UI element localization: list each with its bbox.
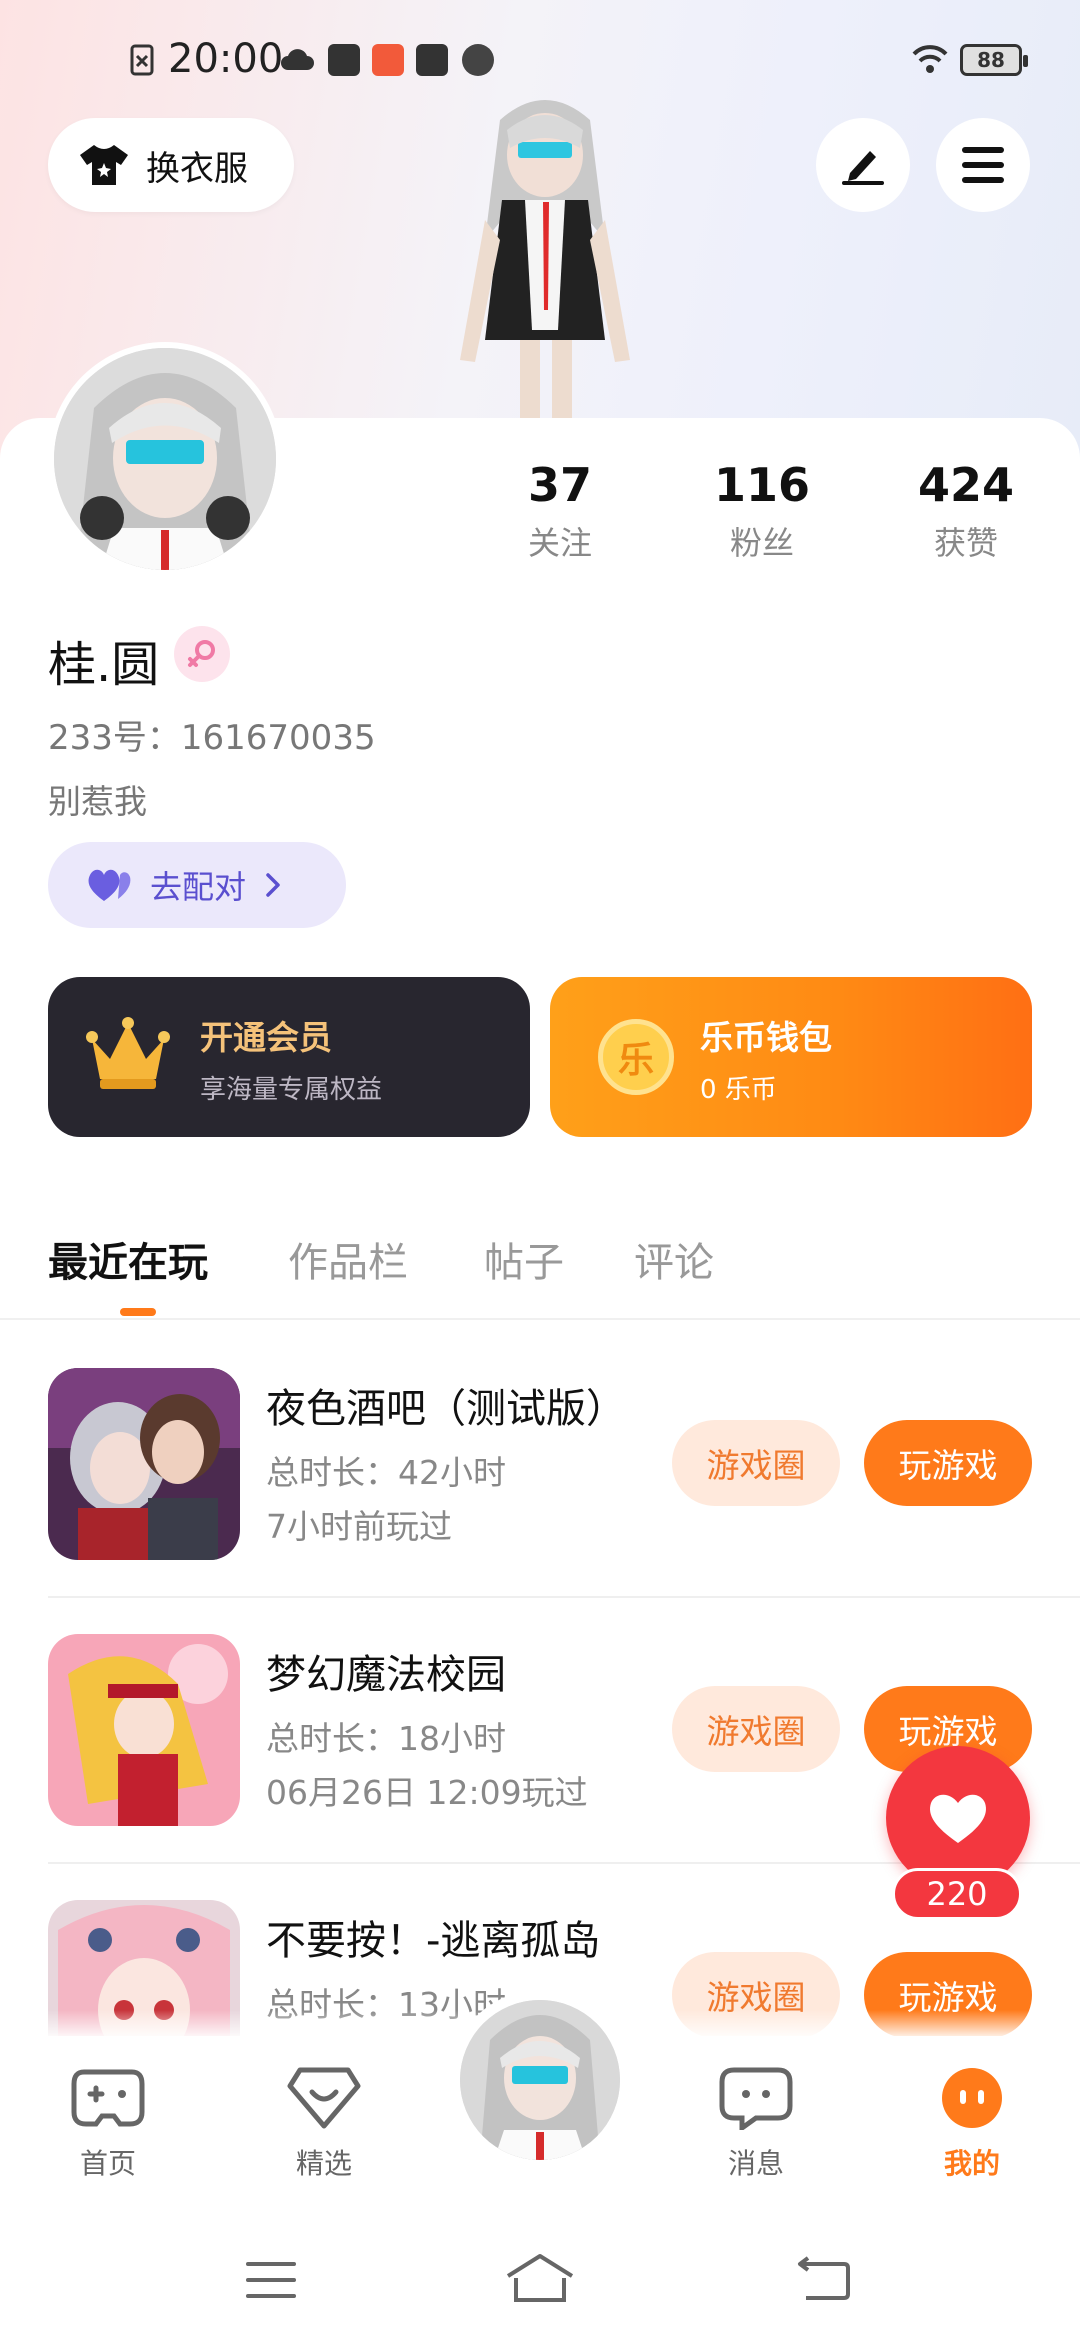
change-outfit-label: 换衣服 xyxy=(146,148,248,189)
app-notification-icon xyxy=(372,44,404,76)
sim-card-icon xyxy=(130,44,154,76)
tabs-divider xyxy=(0,1318,1080,1320)
vip-title: 开通会员 xyxy=(200,1018,332,1057)
game-last-played: 7小时前玩过 xyxy=(266,1507,452,1546)
game-title: 梦幻魔法校园 xyxy=(266,1652,506,1698)
nav-profile-label: 我的 xyxy=(943,2147,1000,2180)
app-notification-icon xyxy=(462,44,494,76)
tab-recently-played[interactable]: 最近在玩 xyxy=(48,1230,208,1288)
back-icon[interactable] xyxy=(796,2256,852,2300)
following-label: 关注 xyxy=(527,524,592,562)
match-button[interactable]: 去配对 xyxy=(48,842,346,928)
vip-subtitle: 享海量专属权益 xyxy=(200,1075,383,1105)
avatar[interactable] xyxy=(48,342,282,576)
profile-tabs: 最近在玩 作品栏 帖子 评论 xyxy=(0,1220,1080,1320)
wallet-card[interactable]: 乐 乐币钱包 0 乐币 xyxy=(550,977,1032,1137)
stat-likes[interactable]: 424 获赞 xyxy=(866,458,1066,564)
battery-indicator: 88 xyxy=(960,44,1028,76)
nav-home[interactable]: 首页 xyxy=(38,2066,178,2182)
game-row[interactable]: 夜色酒吧（测试版） 总时长：42小时 7小时前玩过 游戏圈 玩游戏 xyxy=(0,1368,1080,1634)
gamepad-icon xyxy=(71,2069,145,2127)
game-last-played: 06月26日 12:09玩过 xyxy=(266,1773,588,1812)
stat-followers[interactable]: 116 粉丝 xyxy=(662,458,862,564)
likes-label: 获赞 xyxy=(933,524,998,562)
username: 桂.圆 xyxy=(48,637,160,693)
edit-profile-button[interactable] xyxy=(816,118,910,212)
clock: 20:00 xyxy=(168,36,284,82)
nav-center-avatar[interactable] xyxy=(450,1990,630,2170)
nav-featured[interactable]: 精选 xyxy=(254,2066,394,2182)
stat-following[interactable]: 37 关注 xyxy=(460,458,660,564)
nav-profile[interactable]: 我的 xyxy=(902,2066,1042,2182)
game-total-playtime: 总时长：18小时 xyxy=(266,1719,506,1758)
heart-icon xyxy=(930,1794,986,1843)
tab-comments[interactable]: 评论 xyxy=(634,1230,714,1288)
profile-face-icon xyxy=(942,2068,1002,2128)
nav-featured-label: 精选 xyxy=(295,2147,352,2180)
menu-button[interactable] xyxy=(936,118,1030,212)
game-title: 不要按！-逃离孤岛 xyxy=(266,1918,601,1964)
chat-bubble-icon xyxy=(719,2067,793,2133)
system-navigation-bar xyxy=(0,2212,1080,2340)
crown-icon xyxy=(86,1017,170,1089)
likes-count: 424 xyxy=(917,458,1015,512)
status-bar: 20:00 88 xyxy=(0,30,1080,90)
followers-label: 粉丝 xyxy=(729,524,794,562)
following-count: 37 xyxy=(527,458,592,512)
hamburger-menu-icon xyxy=(962,147,1004,183)
play-game-button[interactable]: 玩游戏 xyxy=(864,1420,1032,1506)
chevron-right-icon xyxy=(266,873,280,897)
coin-icon: 乐 xyxy=(598,1019,674,1095)
vip-membership-card[interactable]: 开通会员 享海量专属权益 xyxy=(48,977,530,1137)
nav-messages[interactable]: 消息 xyxy=(686,2066,826,2182)
avatar-portrait xyxy=(460,2000,620,2160)
female-gender-icon xyxy=(174,626,230,682)
cloud-icon xyxy=(281,49,314,70)
avatar-character-figure xyxy=(460,100,630,420)
wallet-balance: 0 乐币 xyxy=(700,1075,777,1105)
wallet-title: 乐币钱包 xyxy=(700,1018,832,1057)
avatar-portrait xyxy=(54,348,276,570)
diamond-heart-icon xyxy=(287,2067,361,2129)
news-app-icon xyxy=(416,44,448,76)
game-thumbnail[interactable] xyxy=(48,1368,240,1560)
nav-home-label: 首页 xyxy=(79,2147,136,2180)
game-total-playtime: 总时长：42小时 xyxy=(266,1453,506,1492)
game-circle-button[interactable]: 游戏圈 xyxy=(672,1686,840,1772)
followers-count: 116 xyxy=(713,458,811,512)
recent-apps-icon[interactable] xyxy=(244,2260,298,2300)
pen-icon xyxy=(842,151,884,185)
tab-posts[interactable]: 帖子 xyxy=(484,1230,564,1288)
app-notification-icon xyxy=(328,44,360,76)
like-count-badge: 220 xyxy=(892,1868,1022,1920)
nav-messages-label: 消息 xyxy=(727,2147,784,2180)
tab-works[interactable]: 作品栏 xyxy=(288,1230,408,1288)
wifi-icon xyxy=(912,45,948,73)
home-icon[interactable] xyxy=(504,2252,576,2304)
double-heart-icon xyxy=(88,869,131,901)
game-thumbnail[interactable] xyxy=(48,1634,240,1826)
active-tab-indicator xyxy=(120,1308,156,1316)
row-divider xyxy=(48,1596,1080,1598)
tshirt-icon xyxy=(80,145,128,185)
change-outfit-button[interactable]: 换衣服 xyxy=(48,118,294,212)
match-label: 去配对 xyxy=(150,868,247,906)
user-bio: 别惹我 xyxy=(48,782,147,821)
game-circle-button[interactable]: 游戏圈 xyxy=(672,1420,840,1506)
game-title: 夜色酒吧（测试版） xyxy=(266,1386,626,1432)
user-id: 233号：161670035 xyxy=(48,718,376,758)
